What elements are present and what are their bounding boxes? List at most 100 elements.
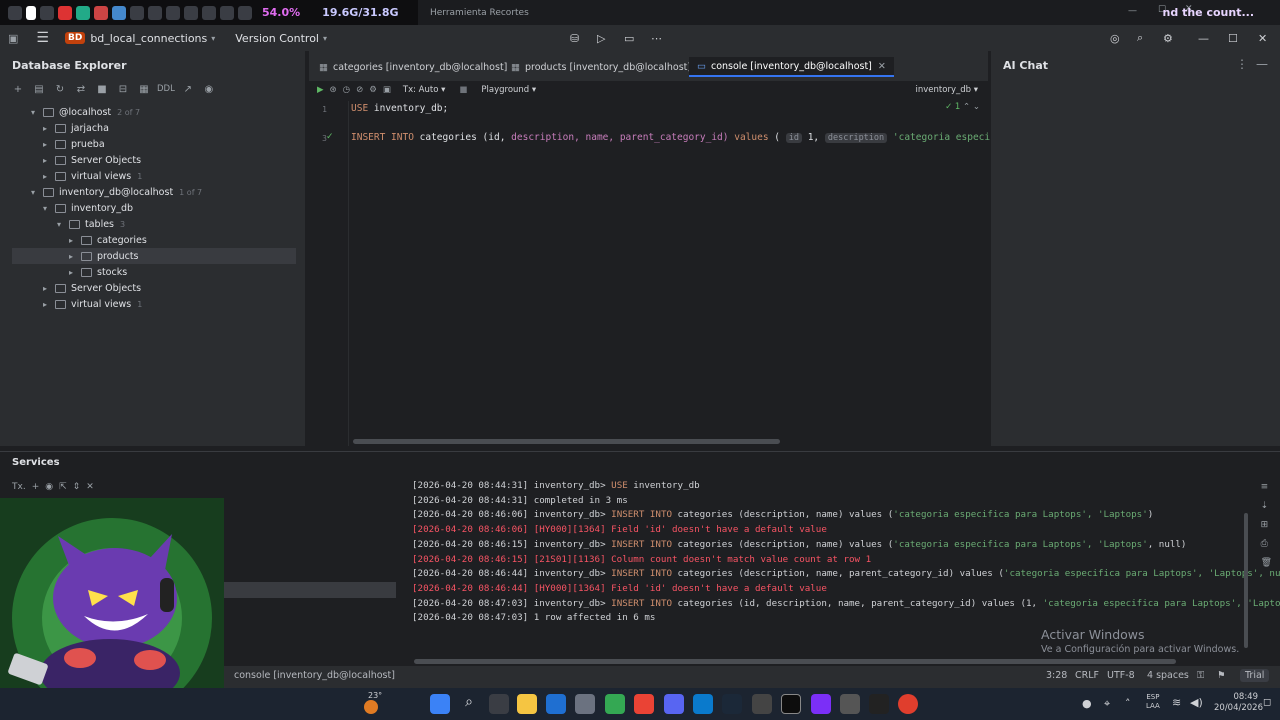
tray-icon[interactable] bbox=[40, 5, 54, 20]
chevron-down-icon[interactable]: ▾ bbox=[28, 108, 38, 117]
tray-icon[interactable] bbox=[202, 5, 216, 20]
indent-setting[interactable]: 4 spaces bbox=[1147, 670, 1189, 681]
chevron-right-icon[interactable]: ▸ bbox=[40, 300, 50, 309]
scroll-end-icon[interactable]: ⇣ bbox=[1261, 501, 1272, 511]
vertical-scrollbar[interactable] bbox=[1244, 513, 1248, 648]
clock[interactable]: 08:49 20/04/2026 bbox=[1214, 692, 1263, 714]
project-selector[interactable]: BD bd_local_connections ▾ bbox=[64, 32, 215, 45]
tree-node[interactable]: ▾ inventory_db@localhost 1 of 7 bbox=[12, 184, 296, 200]
tree-node[interactable]: ▸ virtual views 1 bbox=[12, 168, 296, 184]
chevron-right-icon[interactable]: ▸ bbox=[40, 124, 50, 133]
inspection-widget[interactable]: ✓ 1 ⌃ ⌄ bbox=[945, 102, 980, 112]
maximize-icon[interactable]: ☐ bbox=[1228, 32, 1238, 45]
vscode-icon[interactable] bbox=[693, 694, 713, 714]
tree-node[interactable]: ▸ products bbox=[12, 248, 296, 264]
chevron-right-icon[interactable]: ▸ bbox=[66, 236, 76, 245]
stop-icon[interactable]: ■ bbox=[94, 81, 110, 97]
tray-icon[interactable] bbox=[184, 5, 198, 20]
tab-console[interactable]: ▭ console [inventory_db@localhost] ✕ bbox=[689, 57, 894, 77]
explain-icon[interactable]: ⊛ bbox=[330, 85, 337, 95]
horizontal-scrollbar[interactable] bbox=[353, 439, 780, 444]
snipping-tool-icon[interactable] bbox=[840, 694, 860, 714]
selected-service-row[interactable] bbox=[224, 582, 396, 598]
trash-icon[interactable]: 🗑 bbox=[1261, 558, 1272, 568]
filter-icon[interactable]: ⊞ bbox=[1261, 520, 1272, 530]
add-icon[interactable]: + bbox=[10, 81, 26, 97]
volume-icon[interactable]: ◀) bbox=[1190, 696, 1203, 709]
tray-icon[interactable] bbox=[238, 5, 252, 20]
stop-icon[interactable]: ■ bbox=[459, 85, 467, 95]
file-encoding[interactable]: UTF-8 bbox=[1107, 670, 1135, 681]
tray-icon[interactable] bbox=[76, 5, 90, 20]
tree-node[interactable]: ▸ stocks bbox=[12, 264, 296, 280]
horizontal-scrollbar[interactable] bbox=[414, 659, 1176, 664]
execute-icon[interactable]: ▶ bbox=[317, 85, 324, 95]
calendar-icon[interactable] bbox=[575, 694, 595, 714]
schema-select[interactable]: inventory_db ▾ bbox=[916, 85, 978, 95]
y-icon[interactable] bbox=[26, 5, 36, 20]
refresh-icon[interactable]: ↻ bbox=[52, 81, 68, 97]
app-icon[interactable] bbox=[8, 5, 22, 20]
notification-icon[interactable]: ◻ bbox=[1263, 697, 1271, 708]
tx-label[interactable]: Tx. bbox=[12, 482, 26, 492]
close-tab-icon[interactable]: ✕ bbox=[878, 61, 886, 72]
playground-select[interactable]: Playground ▾ bbox=[481, 85, 536, 95]
inspections-icon[interactable]: ⚑ bbox=[1217, 670, 1226, 681]
chrome-icon[interactable] bbox=[605, 694, 625, 714]
chevron-right-icon[interactable]: ▸ bbox=[66, 268, 76, 277]
tab-categories[interactable]: ▦ categories [inventory_db@localhost] bbox=[311, 57, 515, 77]
tree-node[interactable]: ▸ prueba bbox=[12, 136, 296, 152]
license-badge[interactable]: Trial bbox=[1240, 669, 1270, 682]
lock-icon[interactable]: ⚿ bbox=[1197, 670, 1204, 681]
run-icon[interactable]: ▷ bbox=[597, 32, 605, 45]
minimize-icon[interactable]: — bbox=[1198, 32, 1209, 45]
weather-icon[interactable] bbox=[364, 700, 378, 714]
gear-icon[interactable]: ⚙ bbox=[1163, 32, 1173, 45]
vcs-selector[interactable]: Version Control ▾ bbox=[235, 32, 327, 45]
add-icon[interactable]: + bbox=[32, 482, 40, 492]
github-icon[interactable] bbox=[752, 694, 772, 714]
chevron-down-icon[interactable]: ▾ bbox=[40, 204, 50, 213]
tree-node[interactable]: ▾ inventory_db bbox=[12, 200, 296, 216]
tree-node[interactable]: ▸ Server Objects bbox=[12, 152, 296, 168]
tree-node[interactable]: ▸ jarjacha bbox=[12, 120, 296, 136]
minimize-icon[interactable]: — bbox=[1128, 6, 1137, 16]
minimize-panel-icon[interactable]: — bbox=[1256, 57, 1268, 71]
tree-node[interactable]: ▸ categories bbox=[12, 232, 296, 248]
expand-icon[interactable]: ⇕ bbox=[73, 482, 81, 492]
history-icon[interactable]: ◷ bbox=[343, 85, 350, 95]
wrap-icon[interactable]: ≡ bbox=[1261, 482, 1272, 492]
more-icon[interactable]: ⋯ bbox=[651, 32, 662, 45]
chrome-profile-icon[interactable] bbox=[634, 694, 654, 714]
task-view-icon[interactable] bbox=[489, 694, 509, 714]
file-explorer-icon[interactable] bbox=[517, 694, 537, 714]
tray-icon[interactable] bbox=[220, 5, 234, 20]
tree-node[interactable]: ▸ virtual views 1 bbox=[12, 296, 296, 312]
chevron-right-icon[interactable]: ▸ bbox=[40, 140, 50, 149]
chevron-right-icon[interactable]: ▸ bbox=[40, 284, 50, 293]
chrome-tray-icon[interactable]: ● bbox=[1082, 697, 1092, 710]
wifi-icon[interactable]: ≋ bbox=[1172, 696, 1181, 709]
main-menu-icon[interactable]: ☰ bbox=[36, 30, 49, 46]
more-icon[interactable]: ⋮ bbox=[1236, 57, 1248, 71]
tray-icon[interactable] bbox=[94, 5, 108, 20]
tx-mode-select[interactable]: Tx: Auto ▾ bbox=[403, 85, 446, 95]
close-icon[interactable]: ✕ bbox=[1258, 32, 1267, 45]
app-icon[interactable] bbox=[898, 694, 918, 714]
outlook-icon[interactable] bbox=[546, 694, 566, 714]
print-icon[interactable]: ⎙ bbox=[1261, 539, 1272, 549]
code-line-3[interactable]: INSERT INTO categories (id, description,… bbox=[351, 132, 1053, 143]
jump-icon[interactable]: ↗ bbox=[180, 81, 196, 97]
tab-products[interactable]: ▦ products [inventory_db@localhost] bbox=[503, 57, 699, 77]
database-icon[interactable]: ⛁ bbox=[570, 32, 579, 45]
chevron-down-icon[interactable]: ▾ bbox=[28, 188, 38, 197]
tray-icon[interactable] bbox=[130, 5, 144, 20]
search-icon[interactable]: ⌕ bbox=[1137, 31, 1143, 45]
tray-icon[interactable] bbox=[166, 5, 180, 20]
tray-icon[interactable] bbox=[112, 5, 126, 20]
folder-icon[interactable]: ▭ bbox=[624, 32, 634, 45]
ai-assistant-icon[interactable]: ◎ bbox=[1110, 32, 1120, 45]
search-icon[interactable]: ⌕ bbox=[459, 694, 479, 714]
tree-node[interactable]: ▾ @localhost 2 of 7 bbox=[12, 104, 296, 120]
terminal-icon[interactable] bbox=[869, 694, 889, 714]
